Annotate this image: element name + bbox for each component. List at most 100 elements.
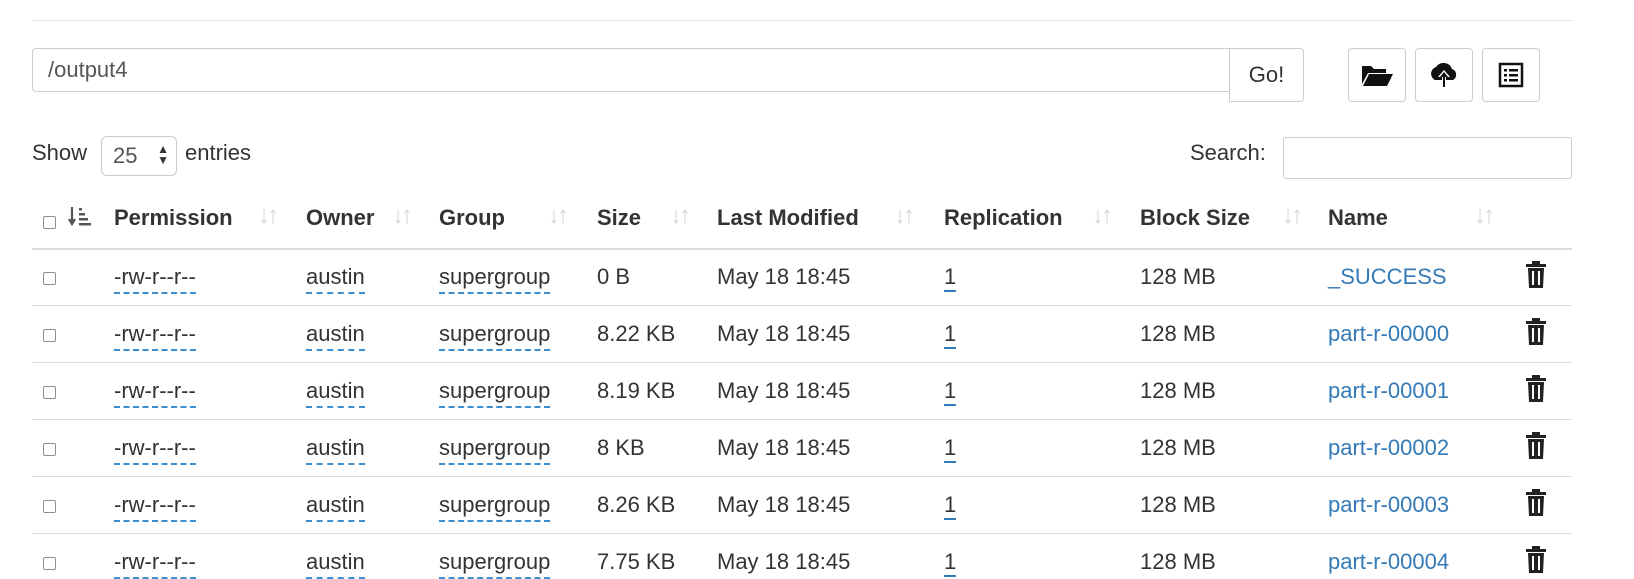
- row-checkbox[interactable]: [43, 272, 56, 285]
- trash-icon[interactable]: [1525, 261, 1547, 289]
- permission-cell[interactable]: -rw-r--r--: [114, 435, 196, 465]
- column-header-block-size[interactable]: Block Size: [1140, 205, 1250, 231]
- open-folder-icon: [1362, 66, 1393, 86]
- file-name-link[interactable]: part-r-00000: [1328, 321, 1449, 347]
- cloud-upload-icon: [1431, 62, 1457, 87]
- owner-cell[interactable]: austin: [306, 264, 365, 294]
- file-name-link[interactable]: part-r-00003: [1328, 492, 1449, 518]
- permission-cell[interactable]: -rw-r--r--: [114, 492, 196, 522]
- size-cell: 8 KB: [597, 435, 645, 460]
- permission-cell[interactable]: -rw-r--r--: [114, 321, 196, 351]
- size-cell: 8.22 KB: [597, 321, 676, 346]
- sort-icon[interactable]: ↓↑: [392, 202, 413, 230]
- modified-cell: May 18 18:45: [717, 492, 851, 517]
- sort-icon[interactable]: ↓↑: [1282, 202, 1303, 230]
- sort-icon[interactable]: ↓↑: [1474, 202, 1495, 230]
- row-checkbox[interactable]: [43, 500, 56, 513]
- header-divider: [32, 248, 1572, 250]
- top-divider: [32, 20, 1572, 21]
- permission-cell[interactable]: -rw-r--r--: [114, 549, 196, 579]
- replication-cell[interactable]: 1: [944, 378, 957, 406]
- path-input[interactable]: /output4: [32, 48, 1230, 92]
- sort-icon[interactable]: ↓↑: [258, 202, 279, 230]
- list-icon: [1498, 62, 1524, 88]
- column-header-group[interactable]: Group: [439, 205, 505, 231]
- replication-cell[interactable]: 1: [944, 549, 957, 577]
- file-name-link[interactable]: _SUCCESS: [1328, 264, 1447, 290]
- block-size-cell: 128 MB: [1140, 378, 1216, 403]
- row-divider: [32, 305, 1572, 306]
- sort-icon[interactable]: ↓↑: [1092, 202, 1113, 230]
- column-header-replication[interactable]: Replication: [944, 205, 1063, 231]
- row-divider: [32, 419, 1572, 420]
- file-name-link[interactable]: part-r-00004: [1328, 549, 1449, 575]
- sort-icon[interactable]: ↓↑: [670, 202, 691, 230]
- replication-cell[interactable]: 1: [944, 264, 957, 292]
- column-header-last-modified[interactable]: Last Modified: [717, 205, 859, 231]
- replication-cell[interactable]: 1: [944, 321, 957, 349]
- modified-cell: May 18 18:45: [717, 549, 851, 574]
- page-length-select[interactable]: 25 ▲ ▼: [101, 136, 177, 176]
- block-size-cell: 128 MB: [1140, 492, 1216, 517]
- group-cell[interactable]: supergroup: [439, 321, 551, 351]
- row-checkbox[interactable]: [43, 443, 56, 456]
- select-all-checkbox[interactable]: [43, 216, 56, 229]
- file-name-link[interactable]: part-r-00002: [1328, 435, 1449, 461]
- owner-cell[interactable]: austin: [306, 549, 365, 579]
- permission-cell[interactable]: -rw-r--r--: [114, 378, 196, 408]
- row-divider: [32, 533, 1572, 534]
- sort-icon[interactable]: ↓↑: [894, 202, 915, 230]
- create-directory-button[interactable]: [1348, 48, 1406, 102]
- group-cell[interactable]: supergroup: [439, 435, 551, 465]
- page-length-value: 25: [113, 143, 138, 168]
- search-input[interactable]: [1283, 137, 1572, 179]
- block-size-cell: 128 MB: [1140, 435, 1216, 460]
- trash-icon[interactable]: [1525, 375, 1547, 403]
- owner-cell[interactable]: austin: [306, 321, 365, 351]
- group-cell[interactable]: supergroup: [439, 549, 551, 579]
- row-divider: [32, 362, 1572, 363]
- replication-cell[interactable]: 1: [944, 435, 957, 463]
- modified-cell: May 18 18:45: [717, 435, 851, 460]
- column-header-name[interactable]: Name: [1328, 205, 1388, 231]
- column-header-size[interactable]: Size: [597, 205, 641, 231]
- row-divider: [32, 476, 1572, 477]
- entries-label: entries: [185, 140, 252, 165]
- modified-cell: May 18 18:45: [717, 321, 851, 346]
- column-header-owner[interactable]: Owner: [306, 205, 374, 231]
- owner-cell[interactable]: austin: [306, 492, 365, 522]
- row-checkbox[interactable]: [43, 557, 56, 570]
- trash-icon[interactable]: [1525, 489, 1547, 517]
- file-name-link[interactable]: part-r-00001: [1328, 378, 1449, 404]
- size-cell: 7.75 KB: [597, 549, 676, 574]
- permission-cell[interactable]: -rw-r--r--: [114, 264, 196, 294]
- owner-cell[interactable]: austin: [306, 378, 365, 408]
- size-cell: 8.26 KB: [597, 492, 676, 517]
- replication-cell[interactable]: 1: [944, 492, 957, 520]
- column-header-permission[interactable]: Permission: [114, 205, 233, 231]
- list-view-button[interactable]: [1482, 48, 1540, 102]
- group-cell[interactable]: supergroup: [439, 492, 551, 522]
- trash-icon[interactable]: [1525, 546, 1547, 574]
- group-cell[interactable]: supergroup: [439, 264, 551, 294]
- block-size-cell: 128 MB: [1140, 549, 1216, 574]
- trash-icon[interactable]: [1525, 318, 1547, 346]
- group-cell[interactable]: supergroup: [439, 378, 551, 408]
- block-size-cell: 128 MB: [1140, 264, 1216, 289]
- trash-icon[interactable]: [1525, 432, 1547, 460]
- search-label: Search:: [1190, 140, 1266, 165]
- modified-cell: May 18 18:45: [717, 378, 851, 403]
- sort-asc-icon[interactable]: [68, 205, 92, 231]
- size-cell: 8.19 KB: [597, 378, 676, 403]
- select-arrows-icon: ▲ ▼: [157, 142, 169, 167]
- owner-cell[interactable]: austin: [306, 435, 365, 465]
- row-checkbox[interactable]: [43, 329, 56, 342]
- row-checkbox[interactable]: [43, 386, 56, 399]
- upload-button[interactable]: [1415, 48, 1473, 102]
- modified-cell: May 18 18:45: [717, 264, 851, 289]
- block-size-cell: 128 MB: [1140, 321, 1216, 346]
- show-label: Show: [32, 140, 88, 165]
- size-cell: 0 B: [597, 264, 631, 289]
- sort-icon[interactable]: ↓↑: [548, 202, 569, 230]
- go-button[interactable]: Go!: [1229, 48, 1304, 102]
